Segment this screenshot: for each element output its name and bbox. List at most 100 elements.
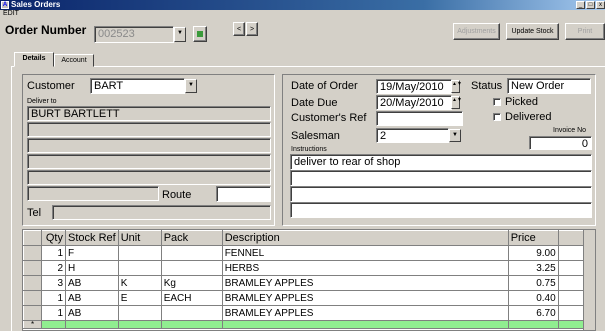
date-of-order-field[interactable]: 19/May/2010 <box>376 79 452 94</box>
cell-price[interactable]: 3.25 <box>507 260 559 276</box>
address-line-6[interactable] <box>27 186 159 201</box>
row-selector[interactable] <box>23 305 42 321</box>
col-header-pack[interactable]: Pack <box>160 230 223 246</box>
cell-qty[interactable]: 1 <box>41 305 66 321</box>
cell-stock-ref[interactable]: AB <box>65 275 119 291</box>
order-lines-grid[interactable]: Qty Stock Ref Unit Pack Description Pric… <box>22 229 596 331</box>
table-row[interactable]: 3 AB K Kg BRAMLEY APPLES 0.75 <box>23 275 590 291</box>
new-cell-description[interactable] <box>221 320 509 329</box>
cell-pack[interactable] <box>160 245 223 261</box>
tab-details[interactable]: Details <box>14 52 54 67</box>
maximize-button[interactable]: □ <box>586 1 595 9</box>
instructions-line-4[interactable] <box>290 202 592 218</box>
table-row[interactable]: 1 F FENNEL 9.00 <box>23 245 590 261</box>
col-header-qty[interactable]: Qty <box>41 230 66 246</box>
cell-unit[interactable]: K <box>117 275 162 291</box>
cell-pack[interactable] <box>160 305 223 321</box>
table-row[interactable]: 1 AB E EACH BRAMLEY APPLES 0.40 <box>23 290 590 306</box>
close-button[interactable]: x <box>596 1 605 9</box>
cell-price[interactable]: 6.70 <box>507 305 559 321</box>
instructions-line-1[interactable]: deliver to rear of shop <box>290 154 592 170</box>
cell-price[interactable]: 9.00 <box>507 245 559 261</box>
status-field[interactable]: New Order <box>507 78 591 94</box>
cell-stock-ref[interactable]: AB <box>65 290 119 306</box>
cell-stock-ref[interactable]: AB <box>65 305 119 321</box>
date-of-order-dropdown[interactable]: ▲▼ <box>451 80 462 93</box>
customer-dropdown-arrow[interactable]: ▼ <box>185 79 197 93</box>
new-cell-price[interactable] <box>507 320 559 329</box>
cell-price[interactable]: 0.40 <box>507 290 559 306</box>
new-cell-qty[interactable] <box>41 320 66 329</box>
salesman-field[interactable]: 2 <box>376 128 449 143</box>
picked-checkbox[interactable] <box>493 98 501 106</box>
row-selector[interactable] <box>23 290 42 306</box>
cell-pack[interactable]: Kg <box>160 275 223 291</box>
tel-field[interactable] <box>52 205 271 220</box>
new-cell-unit[interactable] <box>117 320 162 329</box>
table-row[interactable]: 1 AB BRAMLEY APPLES 6.70 <box>23 305 590 321</box>
cell-description[interactable]: HERBS <box>221 260 509 276</box>
title-bar[interactable] <box>0 0 605 10</box>
address-line-5[interactable] <box>27 170 271 185</box>
route-field[interactable] <box>216 186 271 202</box>
col-header-description[interactable]: Description <box>221 230 509 246</box>
tab-account[interactable]: Account <box>54 54 94 67</box>
adjustments-button[interactable]: Adjustments <box>453 23 500 40</box>
next-record-button[interactable]: > <box>246 22 258 36</box>
new-cell-stock-ref[interactable] <box>65 320 119 329</box>
delivered-checkbox[interactable] <box>493 113 501 121</box>
print-button[interactable]: Print <box>565 23 605 40</box>
cell-qty[interactable]: 2 <box>41 260 66 276</box>
date-due-dropdown[interactable]: ▲▼ <box>451 96 462 109</box>
cell-pack[interactable] <box>160 260 223 276</box>
customer-field[interactable]: BART <box>90 78 185 94</box>
new-row-marker[interactable]: * <box>23 320 42 329</box>
cell-description[interactable]: BRAMLEY APPLES <box>221 305 509 321</box>
address-line-2[interactable] <box>27 122 271 137</box>
row-selector[interactable] <box>23 260 42 276</box>
address-line-3[interactable] <box>27 138 271 153</box>
cell-description[interactable]: BRAMLEY APPLES <box>221 290 509 306</box>
salesman-dropdown-arrow[interactable]: ▼ <box>449 129 461 142</box>
cell-stock-ref[interactable]: H <box>65 260 119 276</box>
customers-ref-label: Customer's Ref <box>291 112 367 124</box>
cell-description[interactable]: BRAMLEY APPLES <box>221 275 509 291</box>
customer-label: Customer <box>27 80 75 92</box>
address-line-1[interactable]: BURT BARTLETT <box>27 106 271 121</box>
cell-price[interactable]: 0.75 <box>507 275 559 291</box>
order-lines-table: Qty Stock Ref Unit Pack Description Pric… <box>23 230 590 329</box>
cell-unit[interactable] <box>117 245 162 261</box>
col-header-stock-ref[interactable]: Stock Ref <box>65 230 119 246</box>
prev-record-button[interactable]: < <box>233 22 245 36</box>
instructions-line-3[interactable] <box>290 186 592 202</box>
date-due-field[interactable]: 20/May/2010 <box>376 95 452 110</box>
col-header-unit[interactable]: Unit <box>117 230 162 246</box>
order-number-field[interactable]: 002523 <box>94 26 174 43</box>
cell-qty[interactable]: 1 <box>41 290 66 306</box>
minimize-button[interactable]: _ <box>576 1 585 9</box>
cell-unit[interactable] <box>117 260 162 276</box>
cell-unit[interactable]: E <box>117 290 162 306</box>
table-row[interactable]: 2 H HERBS 3.25 <box>23 260 590 276</box>
cell-qty[interactable]: 1 <box>41 245 66 261</box>
new-row[interactable]: * <box>23 320 590 329</box>
customers-ref-field[interactable] <box>376 111 463 126</box>
row-selector[interactable] <box>23 245 42 261</box>
invoice-no-label: Invoice No <box>553 127 587 134</box>
row-selector[interactable] <box>23 275 42 291</box>
new-cell-pack[interactable] <box>160 320 223 329</box>
grid-scrollbar[interactable] <box>583 230 595 330</box>
col-header-price[interactable]: Price <box>507 230 559 246</box>
new-order-button[interactable] <box>193 26 207 42</box>
invoice-no-field[interactable]: 0 <box>529 136 592 150</box>
date-of-order-label: Date of Order <box>291 80 358 92</box>
cell-unit[interactable] <box>117 305 162 321</box>
cell-stock-ref[interactable]: F <box>65 245 119 261</box>
cell-qty[interactable]: 3 <box>41 275 66 291</box>
cell-pack[interactable]: EACH <box>160 290 223 306</box>
order-number-dropdown-arrow[interactable]: ▼ <box>174 27 186 42</box>
address-line-4[interactable] <box>27 154 271 169</box>
instructions-line-2[interactable] <box>290 170 592 186</box>
update-stock-button[interactable]: Update Stock <box>506 23 559 40</box>
cell-description[interactable]: FENNEL <box>221 245 509 261</box>
